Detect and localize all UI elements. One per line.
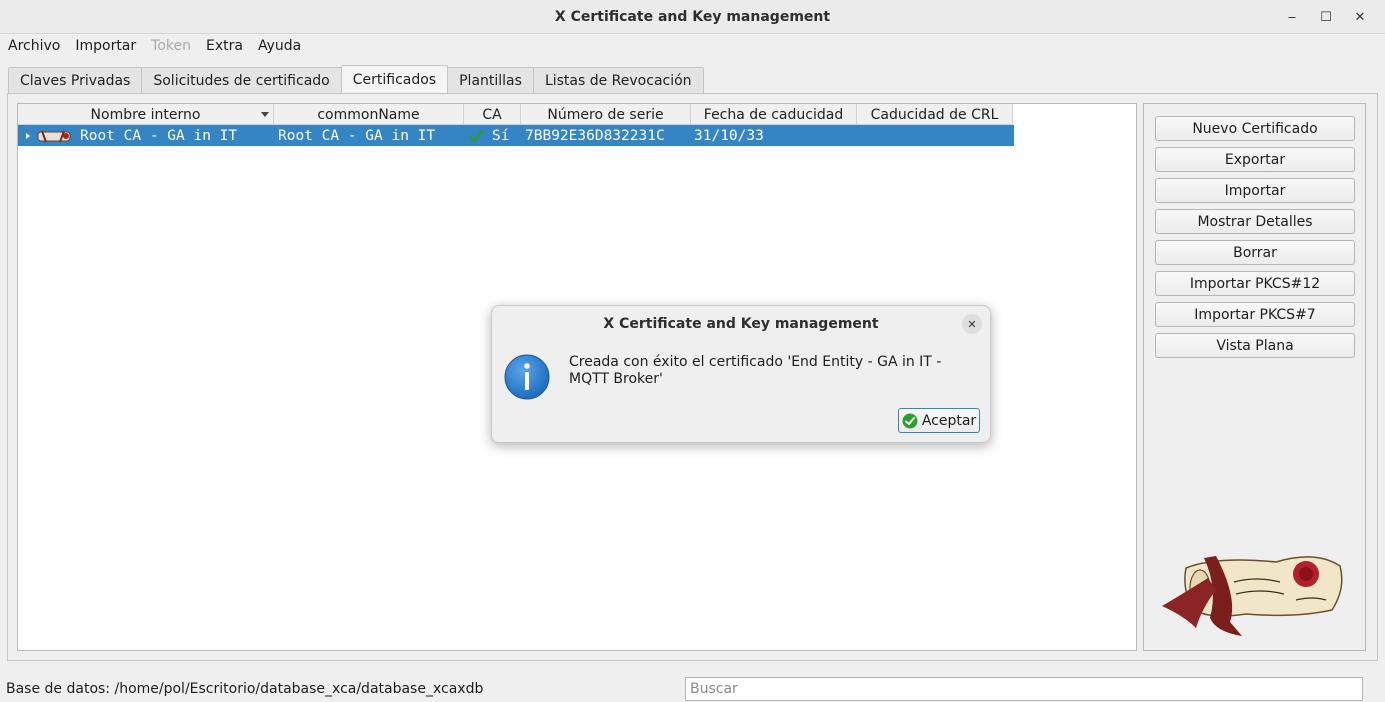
window-controls: ‒ ☐ ✕ bbox=[1275, 0, 1377, 34]
cell-internal-name: Root CA - GA in IT bbox=[18, 125, 274, 146]
dialog-title: X Certificate and Key management bbox=[603, 316, 879, 332]
new-certificate-button[interactable]: Nuevo Certificado bbox=[1155, 116, 1355, 141]
expand-arrow-icon[interactable] bbox=[26, 132, 30, 139]
export-button[interactable]: Exportar bbox=[1155, 147, 1355, 172]
menu-token[interactable]: Token bbox=[151, 38, 191, 54]
column-label: Caducidad de CRL bbox=[870, 106, 999, 123]
tab-private-keys[interactable]: Claves Privadas bbox=[8, 67, 143, 94]
tab-certificate-requests[interactable]: Solicitudes de certificado bbox=[141, 67, 342, 94]
tab-certificates[interactable]: Certificados bbox=[340, 65, 449, 94]
import-button[interactable]: Importar bbox=[1155, 178, 1355, 203]
internal-name: Root CA - GA in IT bbox=[80, 127, 238, 144]
menu-bar: Archivo Importar Token Extra Ayuda bbox=[0, 35, 1385, 57]
status-bar: Base de datos: /home/pol/Escritorio/data… bbox=[0, 676, 1385, 702]
table-header: Nombre interno commonName CA Número de s… bbox=[18, 104, 1013, 125]
dialog-message: Creada con éxito el certificado 'End Ent… bbox=[569, 354, 942, 387]
tab-templates[interactable]: Plantillas bbox=[447, 67, 534, 94]
info-dialog: X Certificate and Key management ✕ Cread… bbox=[491, 305, 991, 443]
menu-extra[interactable]: Extra bbox=[206, 38, 243, 54]
certificate-icon bbox=[37, 130, 71, 142]
delete-button[interactable]: Borrar bbox=[1155, 240, 1355, 265]
column-label: Número de serie bbox=[547, 106, 664, 123]
column-header-ca[interactable]: CA bbox=[464, 104, 521, 125]
sort-descending-icon bbox=[261, 112, 269, 117]
ca-value: Sí bbox=[492, 127, 510, 144]
column-header-internal-name[interactable]: Nombre interno bbox=[18, 104, 274, 125]
column-label: Nombre interno bbox=[90, 106, 201, 123]
table-row[interactable]: Root CA - GA in IT Root CA - GA in IT Sí… bbox=[18, 125, 1014, 146]
accept-button-label: Aceptar bbox=[921, 412, 977, 429]
tab-bar: Claves Privadas Solicitudes de certifica… bbox=[8, 65, 704, 94]
minimize-icon[interactable]: ‒ bbox=[1275, 10, 1309, 25]
close-window-icon[interactable]: ✕ bbox=[1343, 10, 1377, 25]
column-label: CA bbox=[482, 106, 502, 123]
cell-crl-expiry bbox=[857, 125, 1013, 146]
dialog-close-icon[interactable]: ✕ bbox=[962, 314, 982, 334]
cell-common-name: Root CA - GA in IT bbox=[274, 125, 464, 146]
column-header-serial[interactable]: Número de serie bbox=[521, 104, 691, 125]
tab-revocation-lists[interactable]: Listas de Revocación bbox=[532, 67, 704, 94]
common-name: Root CA - GA in IT bbox=[278, 127, 436, 144]
cell-expiry: 31/10/33 bbox=[691, 125, 857, 146]
column-header-crl-expiry[interactable]: Caducidad de CRL bbox=[857, 104, 1013, 125]
window-titlebar: X Certificate and Key management ‒ ☐ ✕ bbox=[0, 0, 1385, 34]
maximize-icon[interactable]: ☐ bbox=[1309, 10, 1343, 25]
serial-number: 7BB92E36D832231C bbox=[525, 127, 665, 144]
action-panel: Nuevo Certificado Exportar Importar Most… bbox=[1143, 103, 1366, 651]
import-pkcs7-button[interactable]: Importar PKCS#7 bbox=[1155, 302, 1355, 327]
cell-ca: Sí bbox=[464, 125, 521, 146]
column-header-expiry[interactable]: Fecha de caducidad bbox=[691, 104, 857, 125]
column-label: Fecha de caducidad bbox=[703, 106, 844, 123]
checkmark-icon bbox=[468, 129, 484, 142]
scroll-logo-icon bbox=[1162, 556, 1343, 636]
info-icon bbox=[504, 354, 550, 400]
show-details-button[interactable]: Mostrar Detalles bbox=[1155, 209, 1355, 234]
expiry-date: 31/10/33 bbox=[694, 127, 764, 144]
import-pkcs12-button[interactable]: Importar PKCS#12 bbox=[1155, 271, 1355, 296]
ok-check-icon bbox=[902, 413, 918, 428]
menu-importar[interactable]: Importar bbox=[75, 38, 136, 54]
search-input[interactable] bbox=[685, 677, 1363, 701]
flat-view-button[interactable]: Vista Plana bbox=[1155, 333, 1355, 358]
database-path: Base de datos: /home/pol/Escritorio/data… bbox=[6, 681, 484, 697]
menu-ayuda[interactable]: Ayuda bbox=[258, 38, 301, 54]
cell-serial: 7BB92E36D832231C bbox=[521, 125, 691, 146]
window-title: X Certificate and Key management bbox=[554, 8, 831, 25]
column-header-common-name[interactable]: commonName bbox=[274, 104, 464, 125]
accept-button[interactable]: Aceptar bbox=[898, 408, 980, 433]
column-label: commonName bbox=[317, 106, 420, 123]
menu-archivo[interactable]: Archivo bbox=[8, 38, 60, 54]
